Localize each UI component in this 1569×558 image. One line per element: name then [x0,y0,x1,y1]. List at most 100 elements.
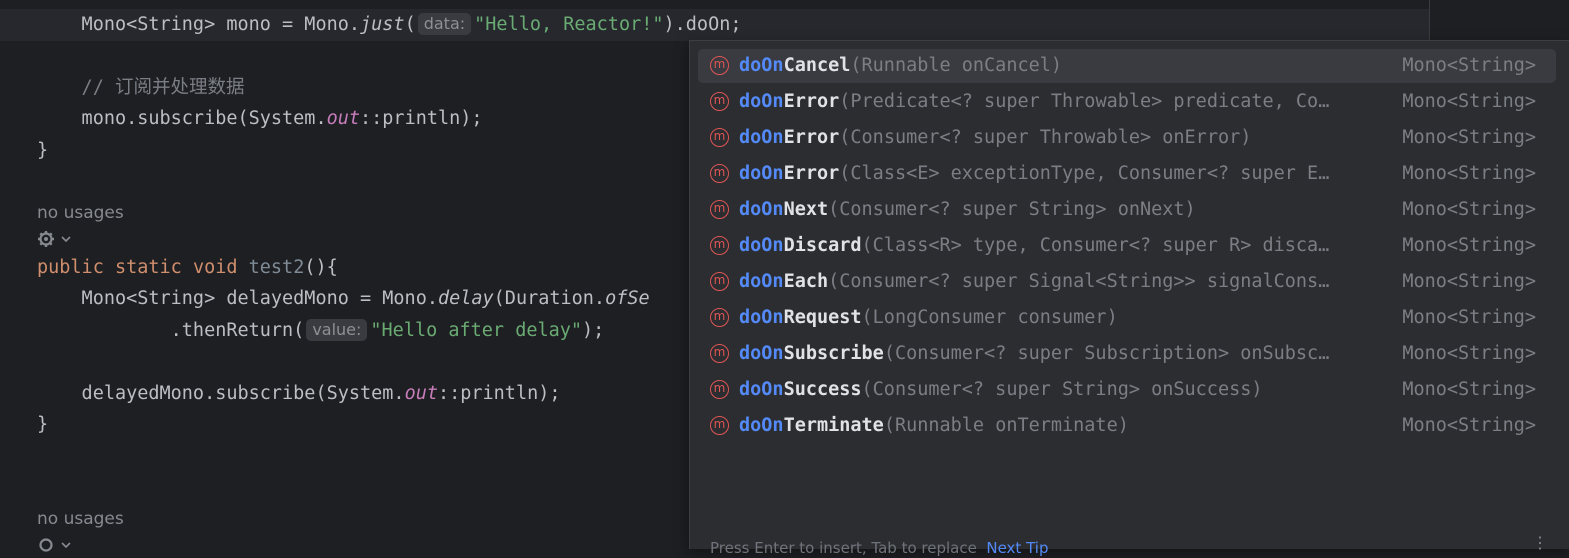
return-type: Mono<String> [1402,343,1536,364]
method-icon: m [710,236,729,255]
completion-item[interactable]: m doOnEach(Consumer<? super Signal<String… [698,265,1556,299]
matched-prefix: doOn [739,415,784,436]
completion-item[interactable]: m doOnNext(Consumer<? super String> onNex… [698,193,1556,227]
method-name-rest: Cancel [783,55,851,76]
completion-item[interactable]: m doOnSubscribe(Consumer<? super Subscrip… [698,337,1556,371]
completion-item-label: doOnCancel(Runnable onCancel) [739,49,1062,83]
code-line-subscribe[interactable]: mono.subscribe(System.out::println); [37,105,483,133]
method-name-rest: Success [783,379,862,400]
right-margin-guide [1429,0,1430,40]
keyword-static: static [114,257,182,278]
return-type: Mono<String> [1402,415,1536,436]
chevron-down-icon [61,542,71,549]
gear-icon[interactable] [37,536,77,556]
method-name-rest: Error [783,91,840,112]
gear-icon[interactable] [37,230,77,250]
completion-item-label: doOnSubscribe(Consumer<? super Subscript… [739,337,1329,371]
return-type: Mono<String> [1402,163,1536,184]
usages-hint[interactable]: no usages [37,509,124,529]
code-text: Mono<String> delayedMono = Mono. [37,288,438,309]
popup-footer: Press Enter to insert, Tab to replace Ne… [710,539,1048,557]
return-type: Mono<String> [1402,379,1536,400]
completion-item-label: doOnError(Predicate<? super Throwable> p… [739,85,1329,119]
code-line-delayed-subscribe[interactable]: delayedMono.subscribe(System.out::printl… [37,380,561,408]
completion-item[interactable]: m doOnCancel(Runnable onCancel) Mono<Strin… [698,49,1556,83]
string-literal: "Hello after delay" [370,320,583,341]
keyword-public: public [37,257,104,278]
code-text: (Duration. [493,288,606,309]
code-line-then-return[interactable]: .thenReturn(value: "Hello after delay"); [37,317,604,345]
code-comment: // 订阅并处理数据 [37,77,245,98]
method-icon: m [710,200,729,219]
method-signature: (Consumer<? super String> onSuccess) [861,379,1263,400]
method-name-rest: Discard [783,235,862,256]
parameter-hint-data: data: [417,13,472,35]
method-icon: m [710,164,729,183]
completion-item-label: doOnEach(Consumer<? super Signal<String>… [739,265,1329,299]
method-signature: (Consumer<? super Throwable> onError) [839,127,1252,148]
completion-item[interactable]: m doOnTerminate(Runnable onTerminate) Mono… [698,409,1556,443]
completion-item-label: doOnNext(Consumer<? super String> onNext… [739,193,1196,227]
code-line-delayed-mono[interactable]: Mono<String> delayedMono = Mono.delay(Du… [37,285,650,313]
code-text: ).doOn; [663,14,742,35]
code-text: mono.subscribe(System. [37,108,327,129]
completion-item-label: doOnDiscard(Class<R> type, Consumer<? su… [739,229,1329,263]
method-icon: m [710,128,729,147]
completion-item[interactable]: m doOnSuccess(Consumer<? super String> on… [698,373,1556,407]
more-options-icon[interactable]: ⋮ [1532,533,1548,552]
code-text: delayedMono.subscribe(System. [37,383,405,404]
completion-item[interactable]: m doOnError(Predicate<? super Throwable> … [698,85,1556,119]
completion-item-label: doOnError(Consumer<? super Throwable> on… [739,121,1251,155]
completion-item-label: doOnRequest(LongConsumer consumer) [739,301,1118,335]
method-signature: (LongConsumer consumer) [861,307,1118,328]
code-text: Mono<String> mono = Mono. [37,14,361,35]
string-literal: "Hello, Reactor!" [474,14,664,35]
usages-hint[interactable]: no usages [37,203,124,223]
completion-item[interactable]: m doOnError(Consumer<? super Throwable> o… [698,121,1556,155]
code-text: .thenReturn( [37,320,305,341]
code-completion-popup[interactable]: m doOnCancel(Runnable onCancel) Mono<Strin… [689,40,1569,557]
method-icon: m [710,92,729,111]
completion-item-label: doOnSuccess(Consumer<? super String> onS… [739,373,1263,407]
footer-hint: Press Enter to insert, Tab to replace [710,539,987,557]
return-type: Mono<String> [1402,199,1536,220]
method-icon: m [710,380,729,399]
method-signature: (Consumer<? super Signal<String>> signal… [828,271,1330,292]
method-name-rest: Error [783,127,840,148]
matched-prefix: doOn [739,307,784,328]
method-signature: (Class<R> type, Consumer<? super R> disc… [861,235,1330,256]
method-name-rest: Request [783,307,862,328]
code-line-mono-just[interactable]: Mono<String> mono = Mono.just(data: "Hell… [37,11,741,39]
completion-item[interactable]: m doOnDiscard(Class<R> type, Consumer<? s… [698,229,1556,263]
method-name-rest: Subscribe [783,343,884,364]
method-just: just [360,14,405,35]
method-signature: (Consumer<? super Subscription> onSubsc… [883,343,1330,364]
next-tip-link[interactable]: Next Tip [986,539,1048,557]
code-text: ( [404,14,416,35]
code-text: ::println); [360,108,483,129]
method-icon: m [710,308,729,327]
method-name-rest: Error [783,163,840,184]
return-type: Mono<String> [1402,235,1536,256]
code-text: ); [582,320,605,341]
code-line-method-declaration[interactable]: public static void test2(){ [37,254,338,282]
matched-prefix: doOn [739,55,784,76]
method-name-test2: test2 [248,257,305,278]
parameter-hint-value: value: [306,319,368,341]
method-icon: m [710,272,729,291]
return-type: Mono<String> [1402,307,1536,328]
method-delay: delay [437,288,494,309]
matched-prefix: doOn [739,199,784,220]
return-type: Mono<String> [1402,91,1536,112]
method-signature: (Runnable onTerminate) [883,415,1129,436]
matched-prefix: doOn [739,271,784,292]
static-field-out: out [326,108,361,129]
static-field-out: out [404,383,438,404]
method-name-rest: Each [783,271,829,292]
method-ofseconds: ofSe [605,288,650,309]
completion-item[interactable]: m doOnRequest(LongConsumer consumer) Mono<… [698,301,1556,335]
completion-item[interactable]: m doOnError(Class<E> exceptionType, Consu… [698,157,1556,191]
method-signature: (Predicate<? super Throwable> predicate,… [839,91,1330,112]
method-icon: m [710,344,729,363]
matched-prefix: doOn [739,235,784,256]
